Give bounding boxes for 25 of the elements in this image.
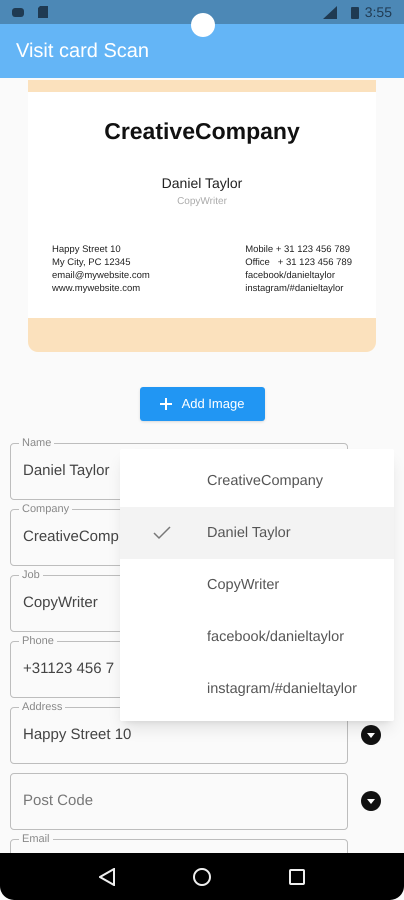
- field-label: Phone: [21, 634, 55, 648]
- field-label: Job: [21, 568, 41, 582]
- app-title: Visit card Scan: [16, 39, 150, 64]
- card-line: My City, PC 12345: [52, 256, 132, 268]
- card-job: CopyWriter: [177, 194, 227, 208]
- status-time: 3:55: [364, 2, 392, 22]
- card-company: CreativeCompany: [104, 117, 300, 146]
- field-value: Happy Street 10: [23, 724, 132, 745]
- card-line: Office + 31 123 456 789: [245, 256, 352, 268]
- field-label: Company: [21, 502, 70, 516]
- field-placeholder: Post Code: [23, 791, 94, 812]
- card-line: Happy Street 10: [52, 242, 122, 256]
- field-label: Address: [21, 700, 64, 714]
- card-line: facebook/danieltaylor: [245, 268, 336, 282]
- card-line: www.mywebsite.com: [52, 282, 142, 294]
- field-value: Daniel Taylor: [23, 460, 110, 481]
- field-value: CreativeComp: [23, 526, 119, 547]
- card-line: email@mywebsite.com: [52, 268, 150, 282]
- field-label: Name: [21, 436, 52, 450]
- field-value: +31123 456 7: [23, 658, 114, 679]
- field-label: Email: [21, 832, 51, 846]
- field-value: CopyWriter: [23, 592, 98, 613]
- card-line: instagram/#danieltaylor: [245, 282, 344, 294]
- card-line: Mobile + 31 123 456 789: [245, 242, 352, 256]
- card-name: Daniel Taylor: [162, 174, 242, 193]
